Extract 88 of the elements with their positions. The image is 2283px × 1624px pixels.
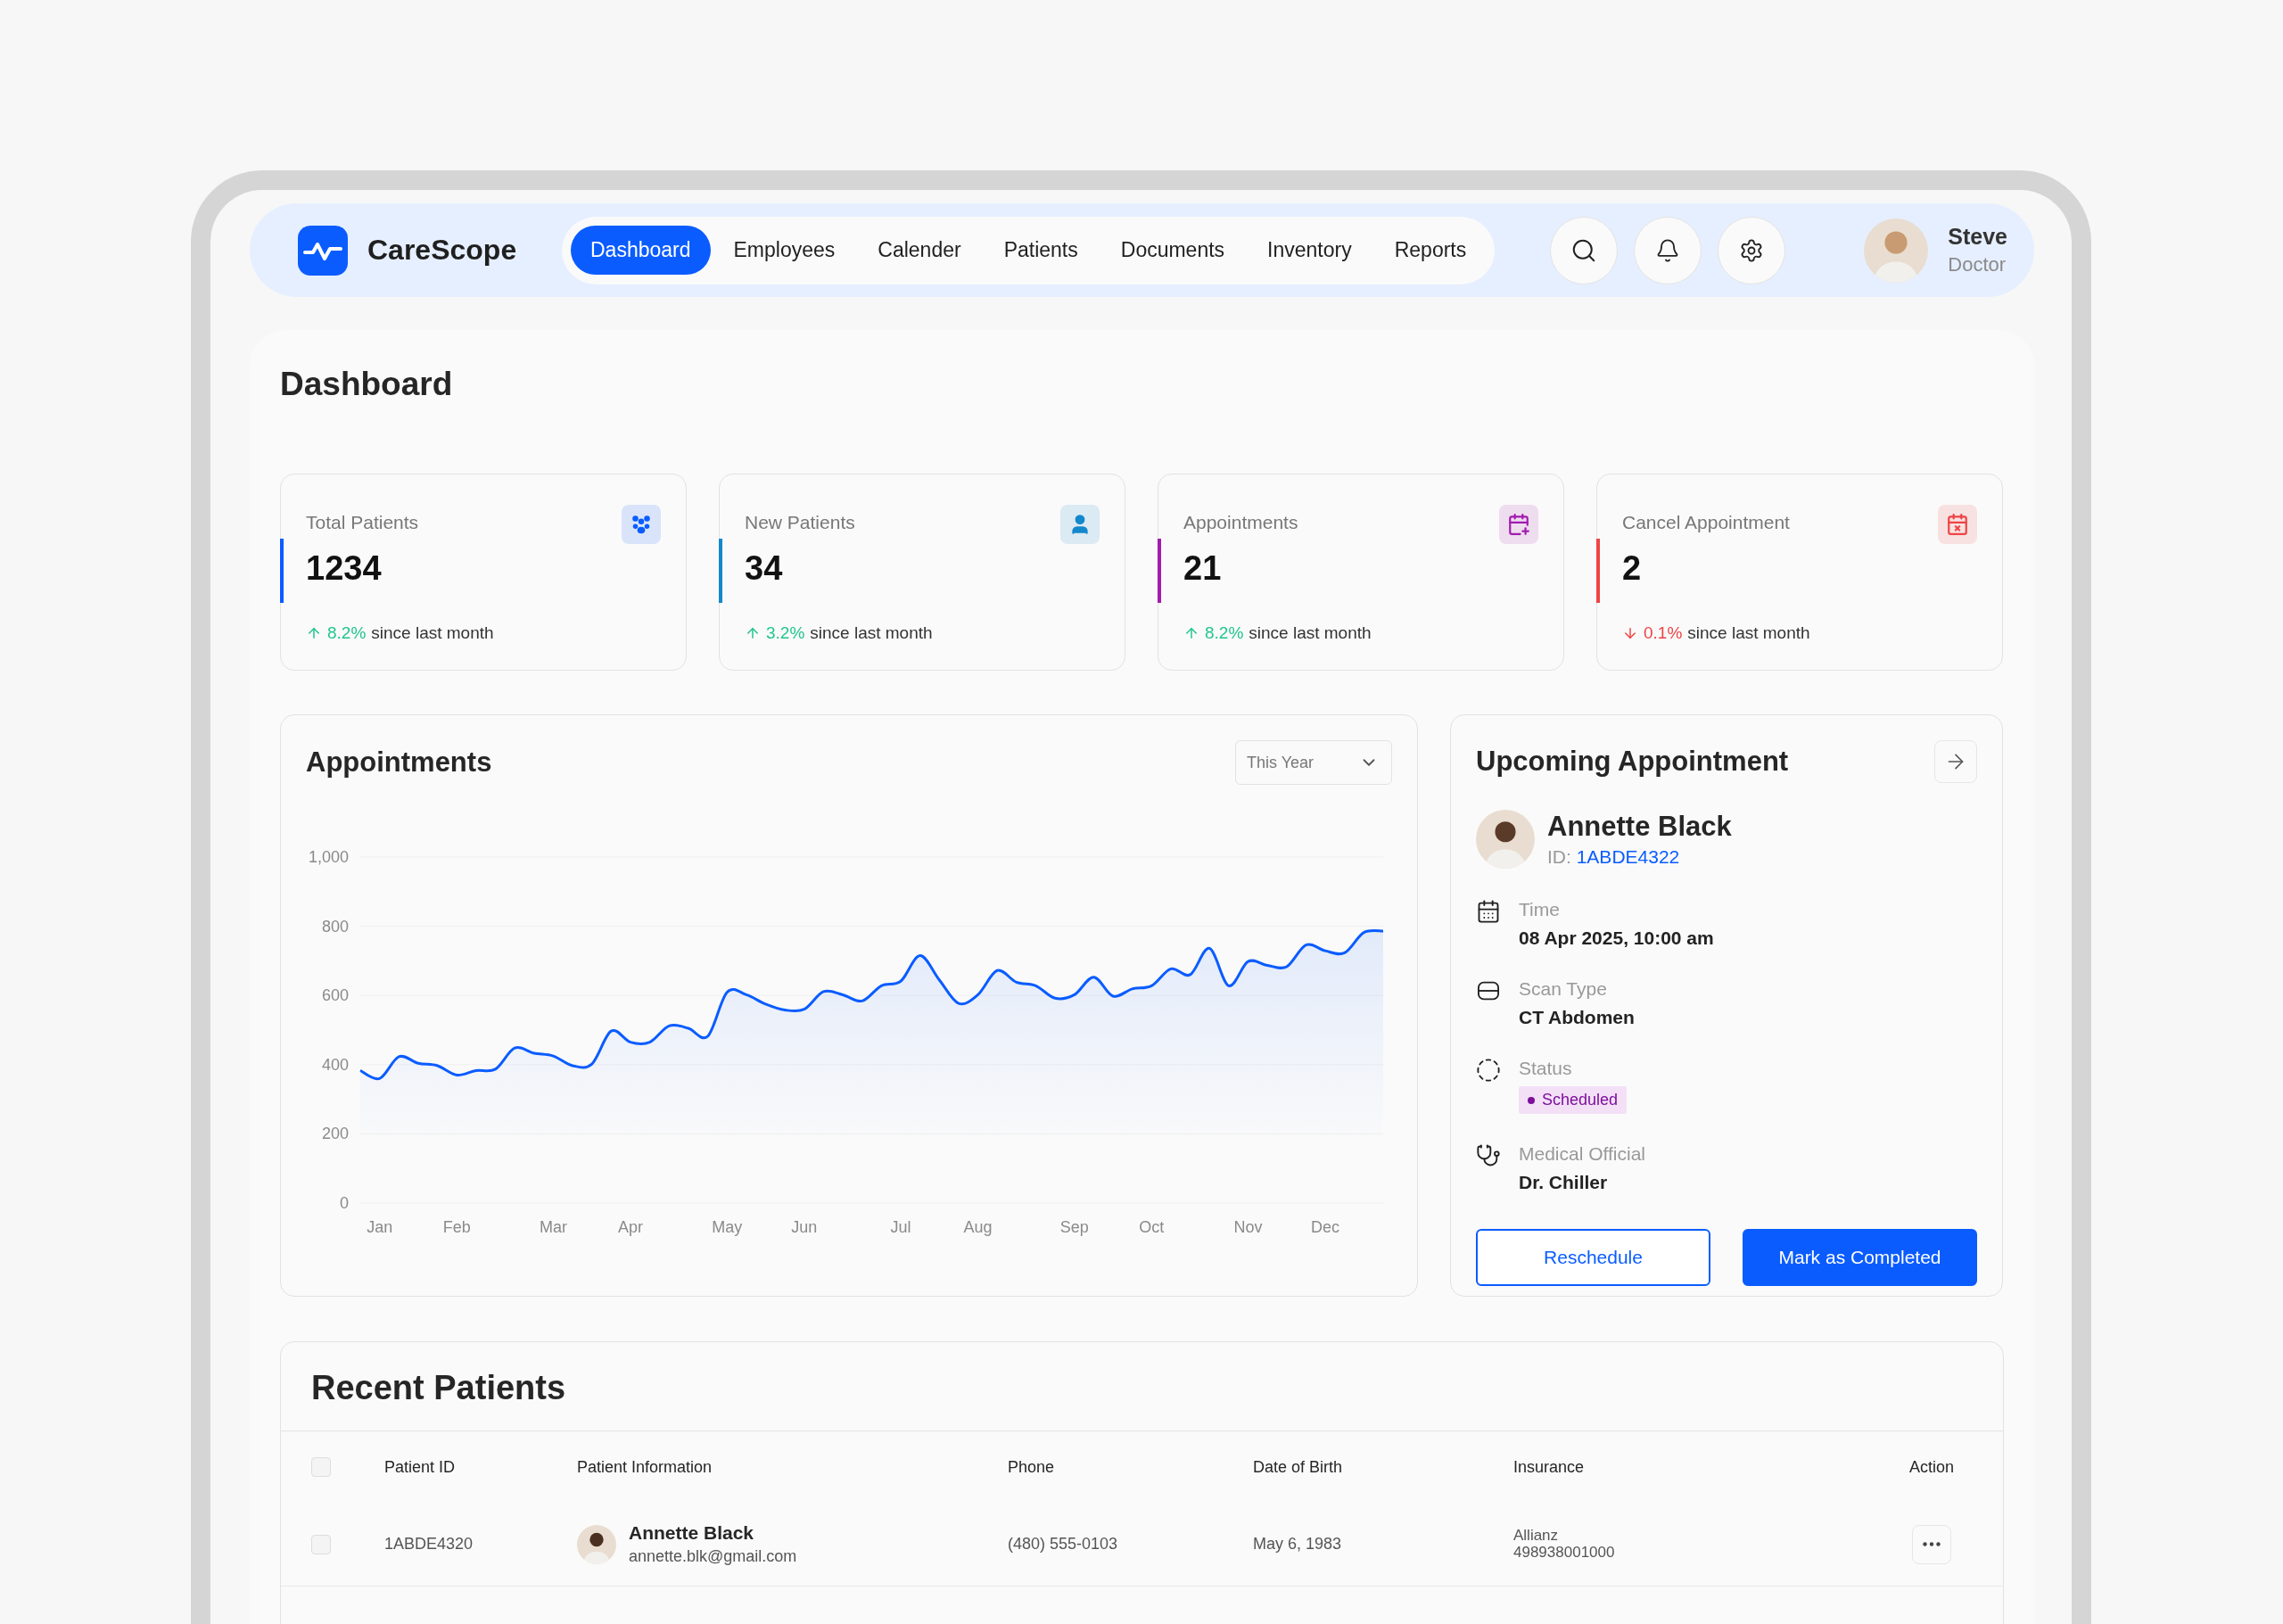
open-button[interactable] — [1934, 740, 1977, 783]
column-header: Date of Birth — [1253, 1457, 1344, 1477]
detail-value: CT Abdomen — [1519, 1007, 1635, 1028]
axis-label: Apr — [617, 1218, 643, 1236]
avatar — [577, 1524, 616, 1564]
group-icon — [630, 513, 653, 536]
table-cell-text: May 6, 1983 — [1253, 1535, 1343, 1554]
axis-label: 1,000 — [308, 848, 349, 866]
insurance-name: Allianz — [1513, 1527, 1560, 1545]
detail-value: Dr. Chiller — [1519, 1172, 1609, 1193]
detail-label: Scan Type — [1519, 978, 1608, 1000]
stat-note: since last month — [1249, 623, 1372, 643]
logo-icon — [298, 225, 348, 276]
detail-label: Status — [1519, 1058, 1573, 1079]
stethoscope-icon — [1476, 1143, 1501, 1168]
axis-label: Sep — [1059, 1218, 1089, 1236]
insurance-number: 498938001000 — [1513, 1544, 1616, 1562]
calendar-x-icon — [1946, 513, 1969, 536]
stat-value: 1234 — [306, 549, 383, 588]
brand-name: CareScope — [367, 234, 517, 267]
nav-tab[interactable]: Employees — [713, 226, 855, 275]
detail-label: Medical Official — [1519, 1143, 1645, 1165]
axis-label: Oct — [1139, 1218, 1165, 1236]
complete-button[interactable]: Mark as Completed — [1743, 1229, 1977, 1286]
patient-email: annette.blk@gmail.com — [629, 1547, 797, 1566]
ellipsis-icon — [1923, 1542, 1941, 1546]
axis-label: Aug — [963, 1218, 993, 1236]
axis-label: Feb — [442, 1218, 471, 1236]
column-header: Insurance — [1513, 1457, 1586, 1477]
stat-change: 0.1% — [1644, 623, 1683, 643]
user-name: Steve — [1948, 224, 2007, 250]
axis-label: 0 — [340, 1194, 349, 1212]
nav-tab[interactable]: Inventory — [1248, 226, 1372, 275]
stat-value: 34 — [745, 549, 784, 588]
axis-label: May — [712, 1218, 743, 1236]
stat-label: Appointments — [1183, 512, 1298, 533]
page-title: Dashboard — [280, 366, 454, 403]
nav-tab[interactable]: Reports — [1374, 226, 1487, 275]
column-header: Phone — [1008, 1457, 1056, 1477]
stat-change: 8.2% — [1205, 623, 1244, 643]
column-header: Action — [1909, 1457, 1954, 1477]
reschedule-button[interactable]: Reschedule — [1476, 1229, 1710, 1286]
axis-label: Nov — [1233, 1218, 1263, 1236]
calendar-plus-icon — [1507, 513, 1530, 536]
nav-tab[interactable]: Patients — [984, 226, 1098, 275]
checkbox[interactable] — [311, 1457, 331, 1477]
card-title: Appointments — [306, 746, 492, 779]
stat-value: 21 — [1183, 549, 1223, 588]
axis-label: 400 — [321, 1055, 349, 1074]
stat-change: 8.2% — [327, 623, 367, 643]
stat-label: Total Patients — [306, 512, 419, 533]
patient-name: Annette Black — [1547, 811, 1732, 843]
user-role: Doctor — [1948, 253, 2007, 276]
axis-label: Jul — [890, 1218, 911, 1236]
more-button[interactable] — [1912, 1524, 1951, 1564]
axis-label: Mar — [539, 1218, 567, 1236]
table-cell-text: 1ABDE4320 — [384, 1535, 474, 1554]
patient-name: Annette Black — [629, 1522, 755, 1544]
stat-value: 2 — [1622, 549, 1643, 588]
stat-note: since last month — [371, 623, 494, 643]
axis-label: 600 — [321, 986, 349, 1005]
range-dropdown[interactable]: This Year — [1235, 740, 1392, 785]
dashed-circle-icon — [1476, 1058, 1501, 1083]
card-title: Upcoming Appointment — [1476, 746, 1789, 778]
arrow-down-icon — [1622, 625, 1638, 641]
column-header: Patient Information — [577, 1457, 713, 1477]
checkbox[interactable] — [311, 1534, 331, 1554]
detail-value: 08 Apr 2025, 10:00 am — [1519, 927, 1714, 949]
card-title: Recent Patients — [281, 1342, 2003, 1431]
calendar-icon — [1476, 899, 1501, 924]
nav-tab[interactable]: Documents — [1100, 226, 1245, 275]
detail-label: Time — [1519, 899, 1561, 920]
status-badge: Scheduled — [1519, 1086, 1628, 1114]
stat-note: since last month — [1687, 623, 1810, 643]
axis-label: 800 — [321, 917, 349, 936]
table-cell-text: (480) 555-0103 — [1008, 1535, 1119, 1554]
axis-label: Jan — [367, 1218, 393, 1236]
stat-change: 3.2% — [766, 623, 805, 643]
axis-label: Jun — [791, 1218, 818, 1236]
axis-label: 200 — [321, 1125, 349, 1143]
nav-tab[interactable]: Calender — [858, 226, 981, 275]
column-header: Patient ID — [384, 1457, 457, 1477]
stat-label: New Patients — [745, 512, 855, 533]
nav-tab[interactable]: Dashboard — [571, 226, 711, 275]
axis-label: Dec — [1311, 1218, 1340, 1236]
stat-label: Cancel Appointment — [1622, 512, 1790, 533]
patient-id: ID: 1ABDE4322 — [1547, 846, 1681, 868]
stat-note: since last month — [810, 623, 933, 643]
